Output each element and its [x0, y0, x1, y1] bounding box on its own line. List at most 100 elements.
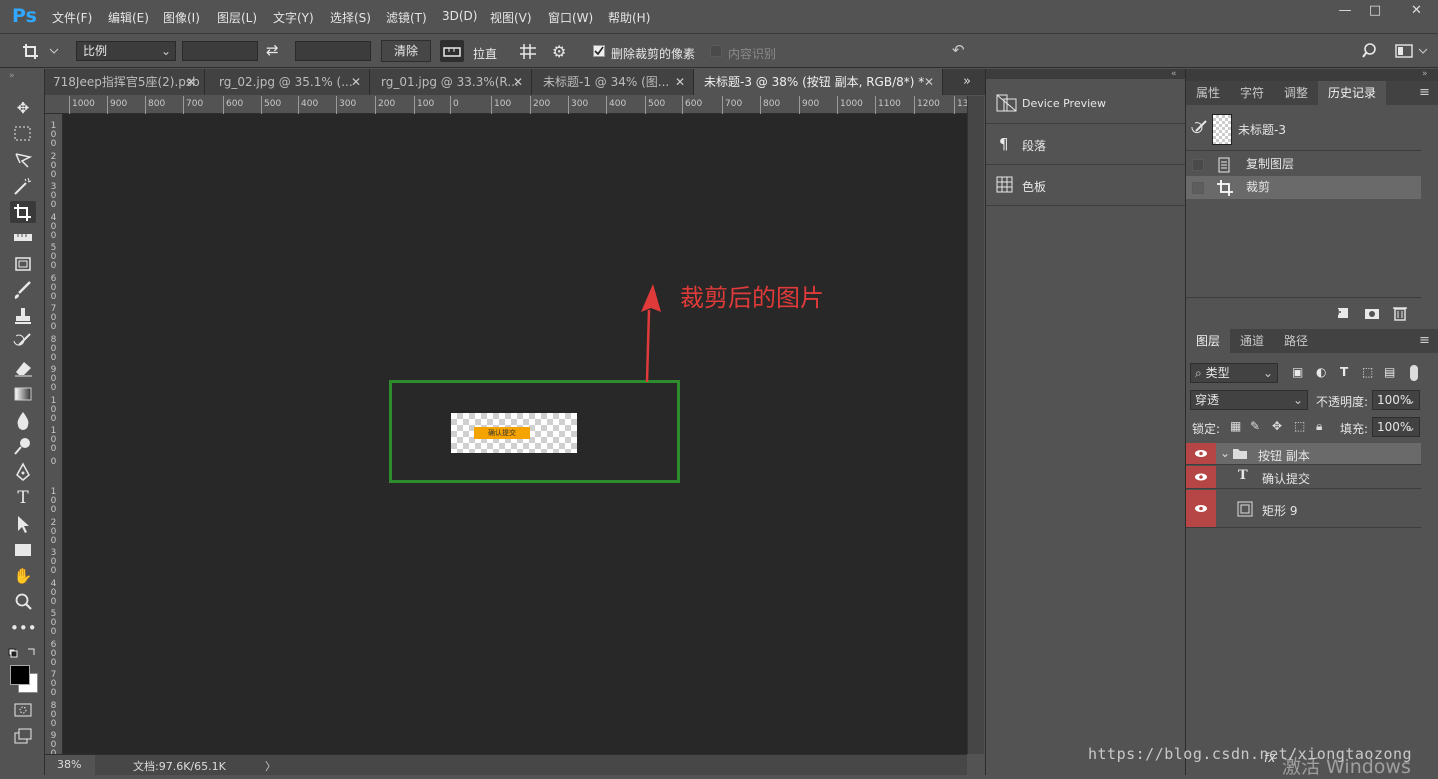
- opacity-field[interactable]: 100% ⌄: [1372, 390, 1420, 410]
- menu-help[interactable]: 帮助(H): [608, 9, 650, 26]
- dock-collapse-icon[interactable]: «: [1171, 69, 1177, 79]
- ratio-select[interactable]: 比例 ⌄: [76, 41, 176, 61]
- type-filter-icon[interactable]: T: [1340, 365, 1348, 379]
- close-icon[interactable]: ✕: [186, 69, 196, 95]
- visibility-toggle[interactable]: [1186, 443, 1216, 464]
- canvas-area[interactable]: 确认提交 裁剪后的图片: [63, 114, 967, 754]
- camera-icon[interactable]: [1364, 306, 1380, 320]
- tab-document-1[interactable]: 718Jeep指挥官5座(2).psb ✕: [45, 69, 205, 95]
- close-icon[interactable]: ✕: [351, 69, 361, 95]
- tab-channels[interactable]: 通道: [1230, 329, 1274, 353]
- delete-cropped-checkbox[interactable]: [593, 45, 605, 57]
- search-icon[interactable]: [1362, 42, 1380, 60]
- frame-tool-icon[interactable]: [10, 253, 36, 275]
- magic-wand-tool-icon[interactable]: [10, 175, 36, 197]
- hand-tool-icon[interactable]: ✋: [10, 565, 36, 587]
- crop-tool-icon[interactable]: [10, 201, 36, 223]
- history-snapshot[interactable]: 未标题-3: [1186, 105, 1421, 151]
- zoom-tool-icon[interactable]: [10, 591, 36, 613]
- menu-window[interactable]: 窗口(W): [548, 9, 593, 26]
- swap-colors-icon[interactable]: [8, 647, 38, 659]
- swatches-panel-button[interactable]: 色板: [986, 165, 1186, 206]
- tab-history[interactable]: 历史记录: [1318, 81, 1386, 105]
- menu-view[interactable]: 视图(V): [490, 9, 532, 26]
- straighten-tool[interactable]: [440, 40, 464, 62]
- overlay-options[interactable]: [518, 42, 540, 62]
- layer-group-row[interactable]: ⌄ 按钮 副本: [1186, 443, 1421, 465]
- rectangle-tool-icon[interactable]: [10, 539, 36, 561]
- more-tools-icon[interactable]: •••: [10, 617, 37, 639]
- content-aware-checkbox[interactable]: [710, 45, 722, 57]
- history-item[interactable]: 复制图层: [1186, 153, 1421, 176]
- status-menu-arrow[interactable]: 〉: [265, 758, 276, 774]
- stamp-tool-icon[interactable]: [10, 305, 36, 327]
- tab-adjustments[interactable]: 调整: [1274, 81, 1318, 105]
- history-source-checkbox[interactable]: [1192, 159, 1204, 171]
- zoom-level[interactable]: 38%: [45, 755, 95, 775]
- screen-mode-icon[interactable]: [10, 725, 36, 747]
- adjustment-filter-icon[interactable]: ◐: [1316, 365, 1326, 379]
- menu-image[interactable]: 图像(I): [163, 9, 200, 26]
- width-field[interactable]: [182, 41, 258, 61]
- blend-mode-select[interactable]: 穿透 ⌄: [1190, 390, 1308, 410]
- dock-collapse-icon[interactable]: »: [1422, 69, 1428, 79]
- workspace-switcher[interactable]: [1395, 43, 1429, 59]
- gear-icon[interactable]: ⚙: [552, 42, 574, 62]
- close-icon[interactable]: ✕: [924, 69, 934, 95]
- tab-document-4[interactable]: 未标题-1 @ 34% (图... ✕: [532, 69, 694, 95]
- toolbar-collapse-icon[interactable]: »: [9, 71, 15, 81]
- blur-tool-icon[interactable]: [10, 409, 36, 431]
- image-filter-icon[interactable]: ▣: [1292, 365, 1303, 379]
- reset-icon[interactable]: ↶: [952, 41, 972, 61]
- menu-layer[interactable]: 图层(L): [217, 9, 257, 26]
- menu-file[interactable]: 文件(F): [52, 9, 92, 26]
- marquee-tool-icon[interactable]: [10, 123, 36, 145]
- menu-3d[interactable]: 3D(D): [442, 9, 477, 23]
- menu-filter[interactable]: 滤镜(T): [386, 9, 427, 26]
- lasso-tool-icon[interactable]: [10, 149, 36, 171]
- tab-document-2[interactable]: rg_02.jpg @ 35.1% (... ✕: [205, 69, 370, 95]
- filter-toggle[interactable]: [1410, 365, 1418, 381]
- close-icon[interactable]: ✕: [513, 69, 523, 95]
- history-source-checkbox[interactable]: [1192, 182, 1204, 194]
- type-tool-icon[interactable]: T: [10, 487, 36, 509]
- lock-transparency-icon[interactable]: ▦: [1230, 419, 1241, 433]
- quick-mask-icon[interactable]: [10, 699, 36, 721]
- smart-object-filter-icon[interactable]: ▤: [1384, 365, 1395, 379]
- paragraph-panel-button[interactable]: ¶ 段落: [986, 124, 1186, 165]
- layer-text-row[interactable]: T 确认提交: [1186, 466, 1421, 489]
- gradient-tool-icon[interactable]: [10, 383, 36, 405]
- dodge-tool-icon[interactable]: [10, 435, 36, 457]
- lock-position-icon[interactable]: ✥: [1272, 419, 1282, 433]
- clear-button[interactable]: 清除: [381, 40, 431, 62]
- pen-tool-icon[interactable]: [10, 461, 36, 483]
- device-preview-panel-button[interactable]: Device Preview: [986, 83, 1186, 124]
- move-tool-icon[interactable]: ✥: [10, 97, 36, 119]
- shape-filter-icon[interactable]: ⬚: [1362, 365, 1373, 379]
- panel-menu-icon[interactable]: ≡: [1419, 85, 1430, 100]
- fill-field[interactable]: 100% ⌄: [1372, 417, 1420, 437]
- maximize-button[interactable]: □: [1360, 0, 1390, 22]
- layer-filter-select[interactable]: ⌕ 类型 ⌄: [1190, 363, 1278, 383]
- lock-all-icon[interactable]: 🔒︎: [1316, 419, 1322, 434]
- foreground-color-swatch[interactable]: [10, 665, 30, 685]
- panel-menu-icon[interactable]: ≡: [1419, 333, 1430, 348]
- visibility-toggle[interactable]: [1186, 490, 1216, 527]
- close-button[interactable]: ✕: [1395, 0, 1438, 22]
- eraser-tool-icon[interactable]: [10, 357, 36, 379]
- lock-artboard-icon[interactable]: ⬚: [1294, 419, 1305, 433]
- tab-overflow-icon[interactable]: »: [963, 74, 971, 89]
- lock-pixels-icon[interactable]: ✎: [1250, 419, 1260, 433]
- vertical-scrollbar[interactable]: [967, 96, 984, 754]
- minimize-button[interactable]: —: [1330, 0, 1360, 22]
- chevron-down-icon[interactable]: ⌄: [1220, 446, 1230, 460]
- layer-shape-row[interactable]: 矩形 9: [1186, 490, 1421, 528]
- menu-select[interactable]: 选择(S): [330, 9, 371, 26]
- ruler-tool-icon[interactable]: [10, 227, 36, 249]
- height-field[interactable]: [295, 41, 371, 61]
- brush-tool-icon[interactable]: [10, 279, 36, 301]
- trash-icon[interactable]: [1393, 305, 1407, 321]
- history-item-selected[interactable]: 裁剪: [1186, 176, 1421, 199]
- tab-layers[interactable]: 图层: [1186, 329, 1230, 353]
- tab-character[interactable]: 字符: [1230, 81, 1274, 105]
